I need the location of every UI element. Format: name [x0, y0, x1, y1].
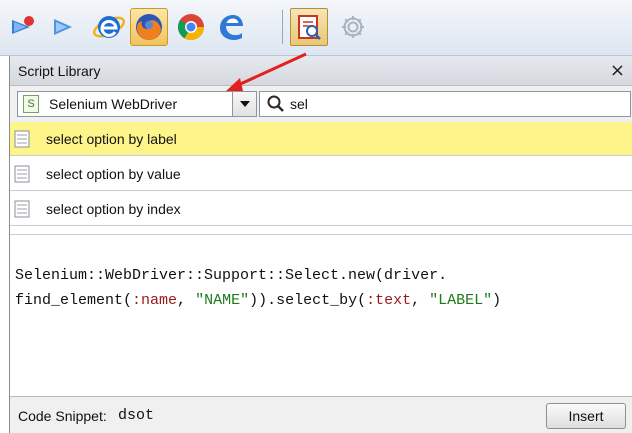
snippet-icon: [14, 165, 30, 182]
results-list: select option by label select option by …: [10, 122, 632, 234]
code-token: )).select_by(: [249, 292, 367, 309]
list-item[interactable]: select option by label: [10, 122, 632, 156]
snippet-icon: [14, 200, 30, 217]
panel-footer: Code Snippet: dsot Insert: [10, 397, 632, 433]
list-item[interactable]: select option by index: [10, 192, 632, 226]
code-preview[interactable]: Selenium::WebDriver::Support::Select.new…: [10, 234, 632, 397]
record-arrow-icon[interactable]: [4, 8, 42, 46]
toolbar-separator: [282, 10, 283, 44]
script-library-panel: Script Library × S Selenium WebDriver se…: [9, 56, 632, 433]
code-string: "LABEL": [429, 292, 493, 309]
search-box[interactable]: [259, 91, 631, 117]
edge-browser-icon[interactable]: [212, 8, 250, 46]
list-item-label: select option by value: [46, 165, 181, 182]
insert-button[interactable]: Insert: [546, 403, 626, 429]
filter-controls: S Selenium WebDriver: [10, 86, 632, 122]
code-symbol: :text: [366, 292, 412, 309]
firefox-browser-icon[interactable]: [130, 8, 168, 46]
search-icon: [267, 95, 284, 112]
code-snippet-value: dsot: [118, 407, 155, 424]
panel-header: Script Library ×: [10, 56, 632, 86]
snippet-icon: [14, 130, 30, 147]
language-select-value: Selenium WebDriver: [49, 96, 178, 112]
list-item[interactable]: select option by value: [10, 157, 632, 191]
chrome-browser-icon[interactable]: [172, 8, 210, 46]
list-item-label: select option by label: [46, 130, 177, 147]
code-token: ,: [411, 292, 430, 309]
code-line-1: Selenium::WebDriver::Support::Select.new…: [15, 267, 448, 284]
chevron-down-icon[interactable]: [232, 92, 256, 116]
script-library-icon[interactable]: [290, 8, 328, 46]
close-button[interactable]: ×: [610, 60, 625, 81]
script-file-icon: S: [23, 95, 39, 113]
code-token: find_element(: [15, 292, 133, 309]
code-string: "NAME": [195, 292, 250, 309]
code-token: ,: [177, 292, 196, 309]
language-select[interactable]: S Selenium WebDriver: [17, 91, 257, 117]
list-item-label: select option by index: [46, 200, 181, 217]
code-token: ): [492, 292, 502, 309]
code-snippet-label: Code Snippet:: [18, 408, 107, 424]
search-input[interactable]: [290, 96, 590, 112]
panel-title: Script Library: [18, 63, 101, 79]
toolbar: [0, 0, 632, 56]
ie-browser-icon[interactable]: [90, 8, 128, 46]
code-line-2: find_element(:name, "NAME")).select_by(:…: [15, 292, 501, 309]
code-text: Selenium::WebDriver::Support::Select.new…: [15, 263, 501, 313]
gear-icon[interactable]: [334, 8, 372, 46]
play-icon[interactable]: [44, 8, 82, 46]
code-symbol: :name: [132, 292, 178, 309]
